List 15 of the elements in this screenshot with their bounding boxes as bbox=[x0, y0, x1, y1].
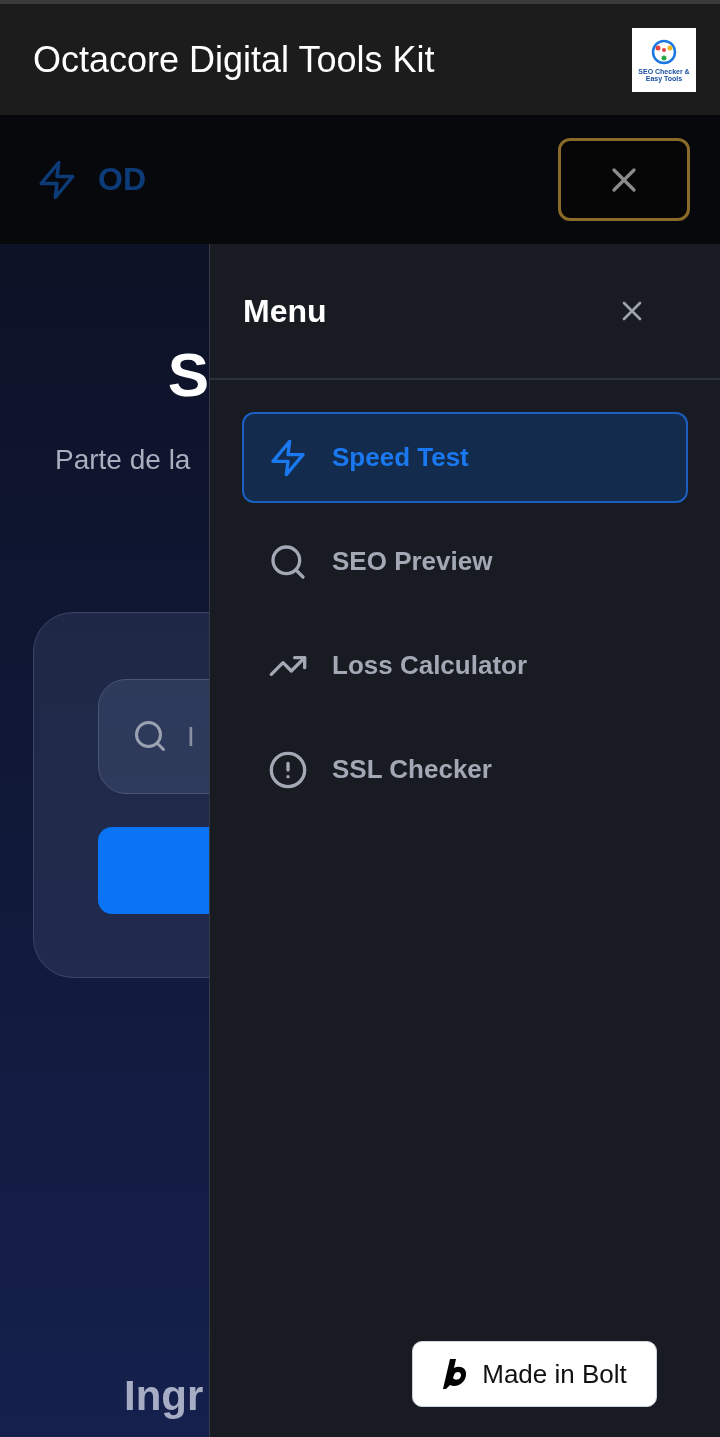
app-title: Octacore Digital Tools Kit bbox=[33, 38, 435, 81]
page-subtitle: Parte de la bbox=[55, 444, 191, 476]
ring-logo-icon bbox=[650, 37, 678, 66]
lightning-icon bbox=[36, 158, 78, 201]
lightning-icon bbox=[268, 437, 308, 478]
menu-item[interactable]: Loss Calculator bbox=[242, 620, 688, 711]
page-heading: S bbox=[167, 344, 209, 406]
menu-item[interactable]: SSL Checker bbox=[242, 724, 688, 815]
search-icon bbox=[132, 718, 168, 754]
section-heading: Ingr bbox=[124, 1372, 204, 1420]
menu-title: Menu bbox=[243, 292, 327, 330]
made-in-bolt-badge[interactable]: Made in Bolt bbox=[412, 1341, 657, 1407]
alert-circle-icon bbox=[268, 749, 308, 790]
close-button[interactable] bbox=[558, 138, 690, 221]
menu-item[interactable]: SEO Preview bbox=[242, 516, 688, 607]
